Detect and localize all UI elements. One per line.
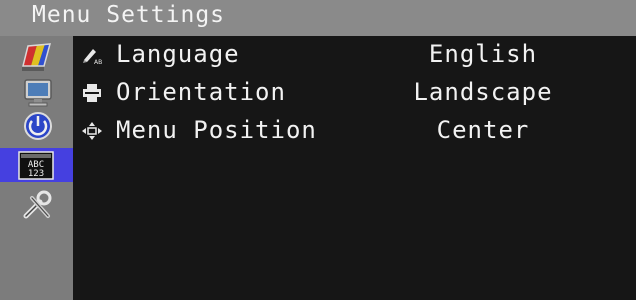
language-value: English — [428, 40, 538, 68]
language-icon: AB — [81, 45, 103, 66]
screen-adjust-icon[interactable] — [20, 76, 56, 108]
language-label: Language — [116, 40, 240, 68]
menu-settings-icon: ABC 123 — [18, 151, 54, 180]
orientation-value: Landscape — [413, 78, 553, 106]
menu-item-language[interactable]: AB Language English — [73, 38, 636, 72]
page-title: Menu Settings — [32, 2, 226, 28]
menu-position-value: Center — [436, 116, 530, 144]
menu-item-orientation[interactable]: Orientation Landscape — [73, 76, 636, 110]
title-bar: Menu Settings — [0, 0, 636, 36]
menu-item-menu-position[interactable]: Menu Position Center — [73, 114, 636, 148]
svg-text:123: 123 — [28, 169, 44, 179]
power-settings-icon[interactable] — [20, 110, 56, 142]
orientation-label: Orientation — [116, 78, 286, 106]
menu-position-label: Menu Position — [116, 116, 317, 144]
orientation-icon — [81, 83, 103, 103]
color-adjust-icon[interactable] — [20, 42, 56, 74]
menu-panel: AB Language English Orientation Landscap… — [73, 36, 636, 300]
osd-menu: Menu Settings ABC 123 AB Language Englis… — [0, 0, 636, 300]
sidebar: ABC 123 — [0, 36, 73, 300]
svg-text:AB: AB — [94, 59, 102, 65]
sidebar-item-menu-settings[interactable]: ABC 123 — [0, 148, 73, 182]
menu-position-icon — [81, 121, 103, 141]
tools-icon[interactable] — [20, 190, 56, 222]
